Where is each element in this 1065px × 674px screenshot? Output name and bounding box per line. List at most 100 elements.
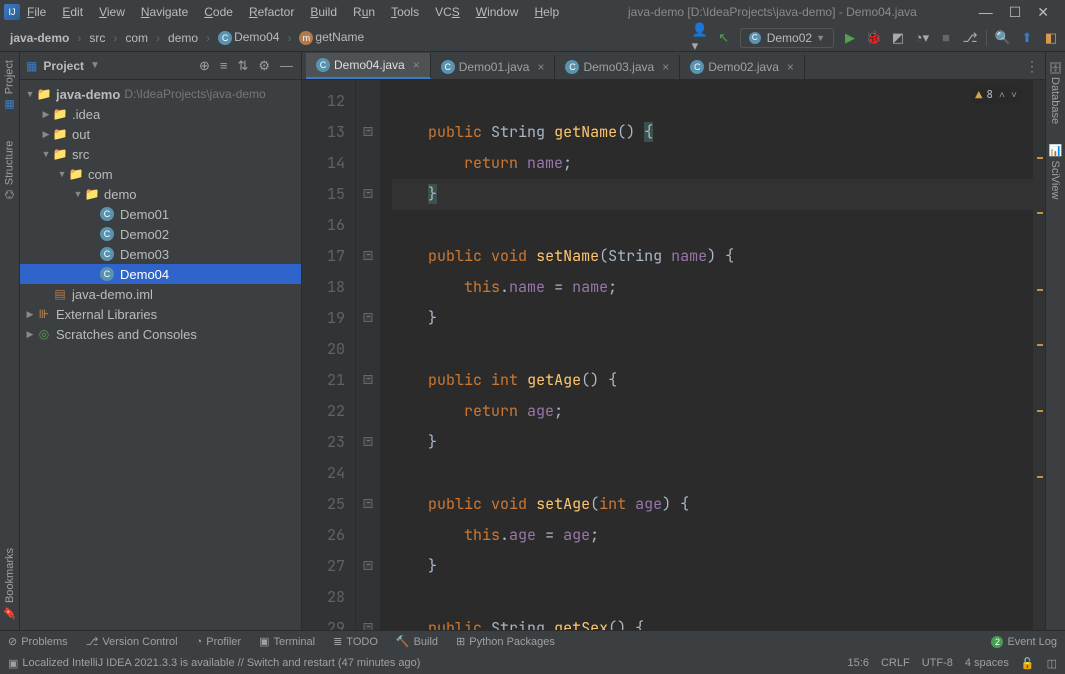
fold-gutter[interactable]	[356, 80, 380, 630]
error-stripe[interactable]	[1033, 80, 1045, 630]
update-icon[interactable]: ⬆	[1019, 30, 1035, 46]
package-icon: ⊞	[456, 635, 465, 648]
tree-iml[interactable]: ▶▤java-demo.iml	[20, 284, 301, 304]
profiler-icon: ◔	[196, 636, 203, 648]
tool-python[interactable]: ⊞Python Packages	[456, 635, 555, 648]
run-icon[interactable]: ▶	[842, 30, 858, 46]
menu-navigate[interactable]: Navigate	[134, 3, 195, 21]
tree-idea[interactable]: ▶📁.idea	[20, 104, 301, 124]
gear-icon[interactable]: ⚙	[256, 58, 272, 74]
tool-todo[interactable]: ≣TODO	[333, 635, 378, 648]
divider	[986, 30, 987, 46]
tree-demo03[interactable]: ▶CDemo03	[20, 244, 301, 264]
tree-src[interactable]: ▼📁src	[20, 144, 301, 164]
class-icon: C	[100, 227, 114, 241]
line-numbers: 121314151617181920212223242526272829	[302, 80, 356, 630]
editor-area: C Demo04.java × C Demo01.java × C Demo03…	[302, 52, 1045, 630]
coverage-icon[interactable]: ◩	[890, 30, 906, 46]
profile-icon[interactable]: ◔▾	[914, 30, 930, 46]
method-icon: m	[299, 31, 313, 45]
tree-out[interactable]: ▶📁out	[20, 124, 301, 144]
problems-icon: ⊘	[8, 635, 17, 648]
menu-file[interactable]: File	[20, 3, 53, 21]
expand-icon[interactable]: ≡	[218, 58, 230, 73]
tab-demo04[interactable]: C Demo04.java ×	[306, 53, 431, 79]
minimize-icon[interactable]: —	[979, 4, 993, 21]
class-icon: C	[441, 60, 455, 74]
tree-com[interactable]: ▼📁com	[20, 164, 301, 184]
tab-demo01[interactable]: C Demo01.java ×	[431, 55, 556, 79]
lock-icon[interactable]: 🔓	[1021, 657, 1035, 670]
tree-ext[interactable]: ▶⊪External Libraries	[20, 304, 301, 324]
nav-down-icon[interactable]: ˅	[1011, 88, 1017, 102]
target-icon[interactable]: ⊕	[197, 58, 212, 74]
debug-icon[interactable]: 🐞	[866, 30, 882, 46]
tool-vcs[interactable]: ⎇Version Control	[86, 635, 178, 648]
tool-problems[interactable]: ⊘Problems	[8, 635, 68, 648]
tree-scratch[interactable]: ▶◎Scratches and Consoles	[20, 324, 301, 344]
event-badge-icon: 2	[991, 636, 1003, 648]
tree-demo02[interactable]: ▶CDemo02	[20, 224, 301, 244]
status-position[interactable]: 15:6	[848, 657, 869, 669]
breadcrumb-pkg1[interactable]: com	[121, 29, 152, 47]
tool-structure-tab[interactable]: ⌬ Structure	[3, 141, 16, 199]
maximize-icon[interactable]: ☐	[1009, 4, 1022, 21]
close-tab-icon[interactable]: ×	[537, 60, 544, 74]
close-icon[interactable]: ✕	[1037, 4, 1049, 21]
more-icon[interactable]: ⋮	[1025, 58, 1039, 75]
git-icon[interactable]: ⎇	[962, 30, 978, 46]
status-message[interactable]: ▣ Localized IntelliJ IDEA 2021.3.3 is av…	[8, 657, 836, 670]
tool-database-tab[interactable]: 🗄 Database	[1049, 60, 1062, 124]
status-indent[interactable]: 4 spaces	[965, 657, 1009, 669]
breadcrumb-pkg2[interactable]: demo	[164, 29, 202, 47]
memory-icon[interactable]: ◫	[1047, 657, 1057, 670]
menu-edit[interactable]: Edit	[55, 3, 90, 21]
tree-demo04[interactable]: ▶CDemo04	[20, 264, 301, 284]
breadcrumb-method[interactable]: mgetName	[295, 28, 368, 47]
breadcrumb-class[interactable]: CDemo04	[214, 28, 283, 47]
add-user-icon[interactable]: 👤▾	[692, 30, 708, 46]
tab-demo02[interactable]: C Demo02.java ×	[680, 55, 805, 79]
tree-root[interactable]: ▼📁 java-demo D:\IdeaProjects\java-demo	[20, 84, 301, 104]
menu-refactor[interactable]: Refactor	[242, 3, 301, 21]
tool-eventlog[interactable]: 2Event Log	[991, 636, 1057, 648]
status-lineending[interactable]: CRLF	[881, 657, 910, 669]
hide-icon[interactable]: —	[278, 58, 295, 73]
menu-build[interactable]: Build	[303, 3, 344, 21]
tab-demo03[interactable]: C Demo03.java ×	[555, 55, 680, 79]
menu-help[interactable]: Help	[527, 3, 566, 21]
code-editor[interactable]: 121314151617181920212223242526272829 pub…	[302, 80, 1045, 630]
breadcrumb-project[interactable]: java-demo	[6, 29, 73, 47]
menu-run[interactable]: Run	[346, 3, 382, 21]
chevron-right-icon: ›	[206, 31, 210, 45]
tool-project-tab[interactable]: ▦ Project	[3, 60, 16, 111]
menu-code[interactable]: Code	[197, 3, 240, 21]
tool-bookmarks-tab[interactable]: 🔖 Bookmarks	[3, 548, 16, 620]
close-tab-icon[interactable]: ×	[413, 58, 420, 72]
menu-vcs[interactable]: VCS	[428, 3, 467, 21]
close-tab-icon[interactable]: ×	[662, 60, 669, 74]
tree-demo[interactable]: ▼📁demo	[20, 184, 301, 204]
tree-demo01[interactable]: ▶CDemo01	[20, 204, 301, 224]
tool-sciview-tab[interactable]: 📊 SciView	[1049, 144, 1062, 199]
menu-window[interactable]: Window	[469, 3, 526, 21]
menu-view[interactable]: View	[92, 3, 132, 21]
chevron-down-icon[interactable]: ▼	[90, 60, 100, 71]
search-icon[interactable]: 🔍	[995, 30, 1011, 46]
close-tab-icon[interactable]: ×	[787, 60, 794, 74]
nav-up-icon[interactable]: ˄	[999, 88, 1005, 102]
chevron-right-icon: ›	[287, 31, 291, 45]
info-icon: ▣	[8, 657, 18, 670]
back-arrow-icon[interactable]: ↖	[716, 30, 732, 46]
status-encoding[interactable]: UTF-8	[922, 657, 953, 669]
tool-build[interactable]: 🔨Build	[396, 635, 438, 648]
ide-icon[interactable]: ◧	[1043, 30, 1059, 46]
breadcrumb-src[interactable]: src	[85, 29, 109, 47]
inspection-summary[interactable]: ▲ 8 ˄ ˅	[971, 86, 1021, 104]
tool-profiler[interactable]: ◔Profiler	[196, 636, 242, 648]
tool-terminal[interactable]: ▣Terminal	[259, 635, 315, 648]
stop-icon[interactable]: ■	[938, 30, 954, 46]
collapse-icon[interactable]: ⇅	[235, 58, 250, 74]
run-config-dropdown[interactable]: C Demo02 ▼	[740, 28, 834, 48]
menu-tools[interactable]: Tools	[384, 3, 426, 21]
